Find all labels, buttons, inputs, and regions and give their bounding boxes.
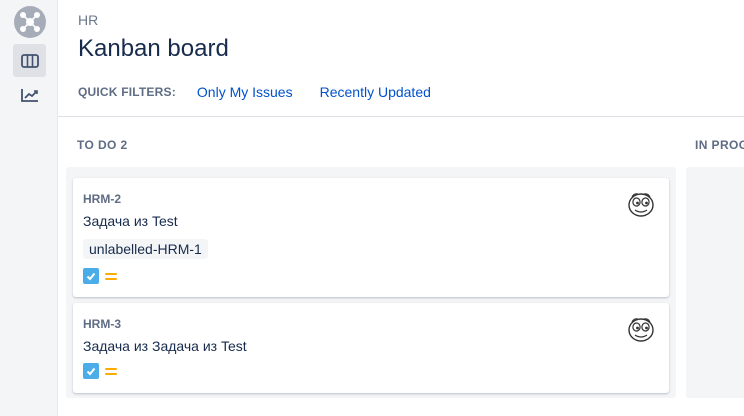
reports-icon [20,88,38,102]
quick-filters: QUICK FILTERS: Only My Issues Recently U… [78,83,458,101]
column-header-todo: TO DO 2 [77,138,128,152]
reports-nav-button[interactable] [13,78,46,111]
board-icon [20,53,39,68]
quick-filters-label: QUICK FILTERS: [78,85,176,99]
header-divider [58,116,744,117]
project-avatar-icon[interactable] [14,6,46,38]
cartoon-face-avatar-icon[interactable] [626,189,656,219]
board-nav-button[interactable] [13,44,46,77]
issue-card[interactable]: HRM-3 Задача из Задача из Test [73,303,669,393]
column-in-progress[interactable] [686,167,744,398]
issue-key[interactable]: HRM-3 [83,317,121,331]
medium-priority-icon [104,363,118,379]
issue-key[interactable]: HRM-2 [83,192,121,206]
issue-label: unlabelled-HRM-1 [83,239,208,259]
filter-recently-updated[interactable]: Recently Updated [320,84,431,100]
board-main: HR Kanban board QUICK FILTERS: Only My I… [58,0,744,416]
column-title: IN PROG [695,138,744,152]
project-sidebar [0,0,58,416]
issue-summary: Задача из Задача из Test [83,338,247,354]
task-icon [83,363,99,379]
column-todo[interactable]: HRM-2 Задача из Test unlabelled-HRM-1 HR… [66,167,676,398]
breadcrumb[interactable]: HR [78,12,98,28]
issue-card-icons [83,268,118,284]
issue-card[interactable]: HRM-2 Задача из Test unlabelled-HRM-1 [73,178,669,297]
column-title: TO DO [77,138,117,152]
issue-summary: Задача из Test [83,213,178,229]
medium-priority-icon [104,268,118,284]
task-icon [83,268,99,284]
cartoon-face-avatar-icon[interactable] [626,314,656,344]
filter-only-my-issues[interactable]: Only My Issues [197,84,293,100]
issue-card-icons [83,363,118,379]
page-title: Kanban board [78,35,229,62]
column-count: 2 [120,138,128,152]
column-header-in-progress: IN PROG [695,138,744,152]
